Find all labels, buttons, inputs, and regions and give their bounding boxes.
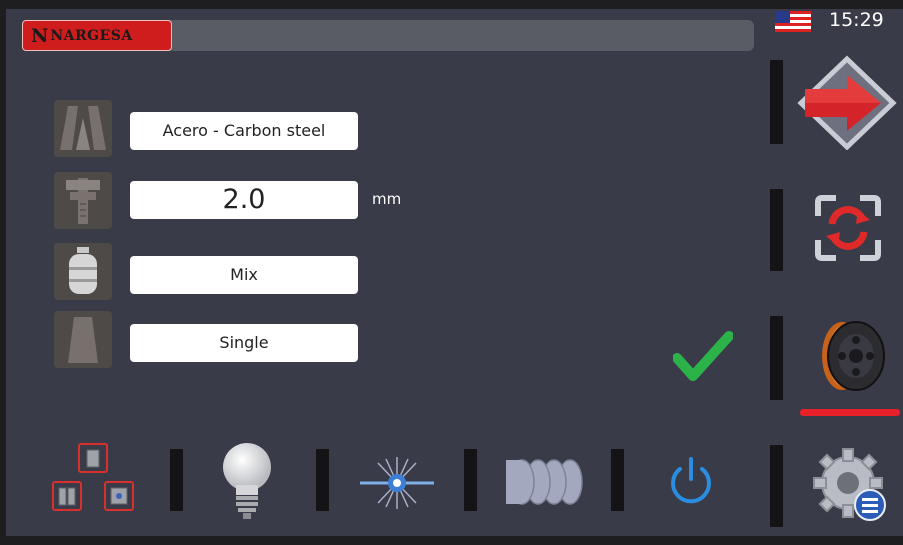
- bottom-separator: [316, 449, 329, 511]
- checkmark-icon[interactable]: [673, 330, 733, 382]
- selected-indicator: [800, 409, 900, 416]
- wire-spool-icon[interactable]: [812, 318, 888, 394]
- material-profile-icon[interactable]: [54, 100, 112, 157]
- main-screen: N NARGESA 15:29 Acero - Carbon steel 2.0: [6, 9, 903, 536]
- right-separator: [770, 60, 783, 144]
- wobble-icon[interactable]: [500, 454, 586, 510]
- settings-gear-icon[interactable]: [810, 445, 890, 525]
- bottom-separator: [611, 449, 624, 511]
- gas-field[interactable]: Mix: [130, 256, 358, 294]
- top-bar: N NARGESA: [22, 20, 754, 51]
- logo-text: NARGESA: [50, 27, 133, 44]
- layout-tiles-icon[interactable]: [50, 441, 142, 517]
- us-flag-icon[interactable]: [775, 11, 811, 32]
- thickness-field[interactable]: 2.0: [130, 181, 358, 219]
- swap-icon[interactable]: [812, 192, 884, 264]
- bottom-separator: [464, 449, 477, 511]
- clock: 15:29: [829, 9, 884, 31]
- caliper-icon[interactable]: [54, 172, 112, 229]
- logo-initial: N: [31, 24, 49, 47]
- next-arrow-icon[interactable]: [797, 55, 897, 150]
- thickness-unit: mm: [372, 190, 402, 208]
- material-field[interactable]: Acero - Carbon steel: [130, 112, 358, 150]
- light-bulb-icon[interactable]: [217, 441, 277, 523]
- right-separator: [770, 316, 783, 400]
- right-separator: [770, 445, 783, 527]
- brand-logo: N NARGESA: [22, 20, 172, 51]
- gas-bottle-icon[interactable]: [54, 243, 112, 300]
- mode-field[interactable]: Single: [130, 324, 358, 362]
- right-separator: [770, 189, 783, 271]
- power-icon[interactable]: [666, 455, 716, 507]
- bottom-separator: [170, 449, 183, 511]
- nozzle-icon[interactable]: [54, 311, 112, 368]
- laser-icon[interactable]: [358, 453, 436, 513]
